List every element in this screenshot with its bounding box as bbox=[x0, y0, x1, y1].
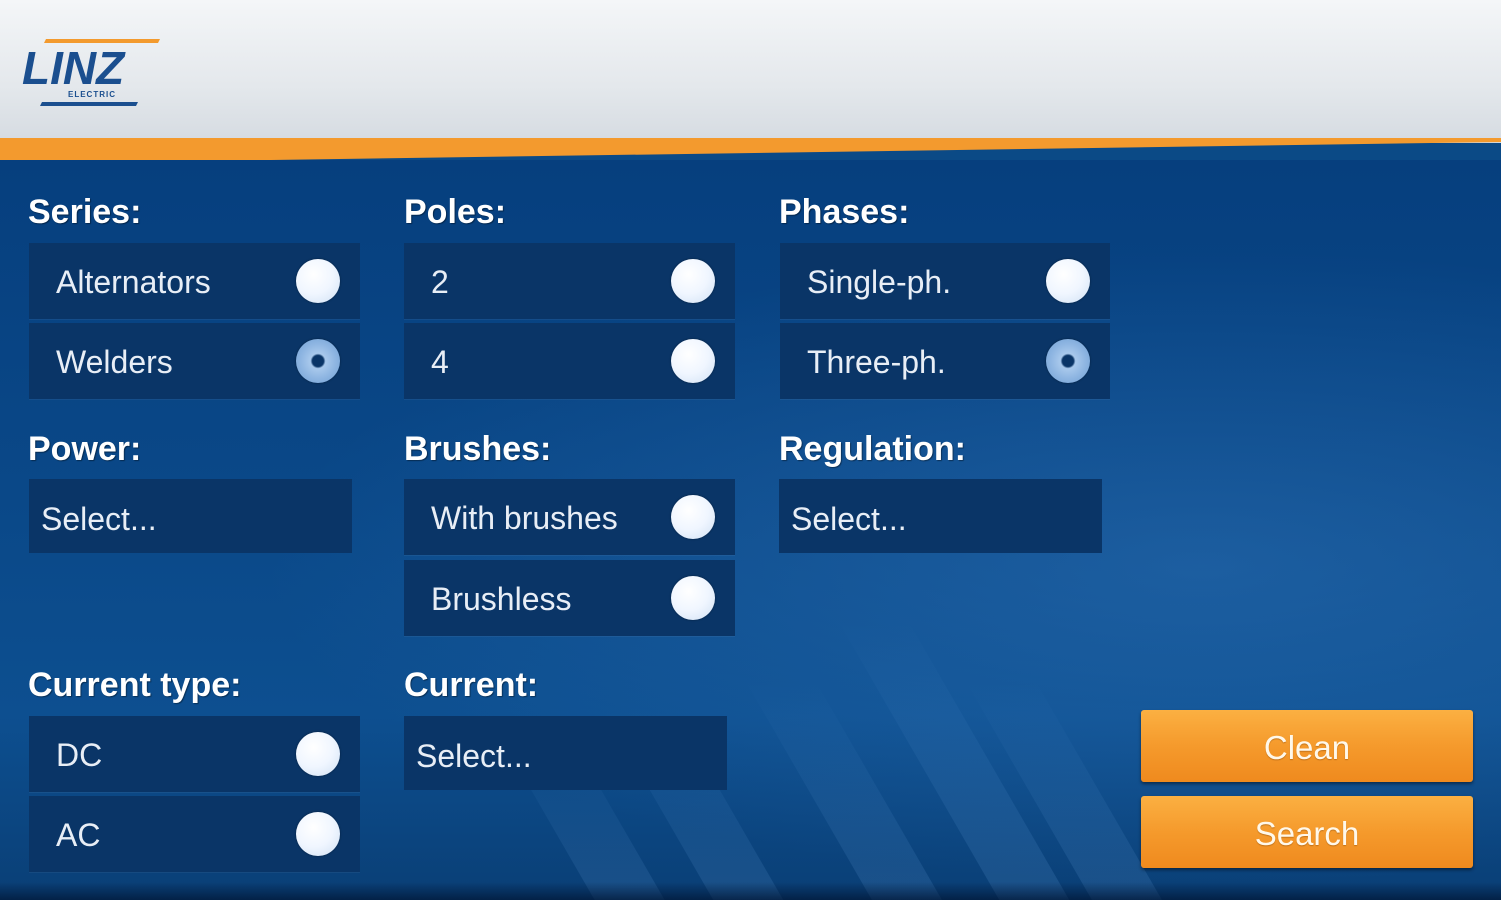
current-select[interactable]: Select... bbox=[404, 716, 727, 790]
power-select[interactable]: Select... bbox=[29, 479, 352, 553]
radio-button-checked[interactable] bbox=[1046, 339, 1090, 383]
current-type-option-dc[interactable]: DC bbox=[29, 716, 360, 792]
current-label: Current: bbox=[404, 666, 539, 704]
radio-button[interactable] bbox=[296, 259, 340, 303]
brushes-label: Brushes: bbox=[404, 430, 552, 468]
linz-electric-logo: LINZ ELECTRIC bbox=[22, 39, 160, 106]
radio-button[interactable] bbox=[296, 812, 340, 856]
bottom-shadow bbox=[0, 882, 1501, 900]
power-label: Power: bbox=[28, 430, 142, 468]
option-label: 4 bbox=[431, 344, 449, 380]
app-header: LINZ ELECTRIC bbox=[0, 0, 1501, 143]
phases-label: Phases: bbox=[779, 193, 910, 231]
radio-button-checked[interactable] bbox=[296, 339, 340, 383]
svg-text:ELECTRIC: ELECTRIC bbox=[68, 90, 116, 99]
radio-button[interactable] bbox=[296, 732, 340, 776]
radio-button[interactable] bbox=[1046, 259, 1090, 303]
brushes-option-with-brushes[interactable]: With brushes bbox=[404, 479, 735, 555]
option-label: DC bbox=[56, 737, 103, 773]
poles-option-2[interactable]: 2 bbox=[404, 243, 735, 319]
current-type-label: Current type: bbox=[28, 666, 242, 704]
option-label: AC bbox=[56, 817, 101, 853]
series-label: Series: bbox=[28, 193, 142, 231]
svg-text:LINZ: LINZ bbox=[22, 42, 126, 94]
radio-button[interactable] bbox=[671, 495, 715, 539]
option-label: Brushless bbox=[431, 581, 572, 617]
select-value: Select... bbox=[416, 738, 532, 774]
brushes-option-brushless[interactable]: Brushless bbox=[404, 560, 735, 636]
clean-button[interactable]: Clean bbox=[1141, 710, 1473, 782]
select-value: Select... bbox=[791, 501, 907, 537]
poles-label: Poles: bbox=[404, 193, 507, 231]
regulation-select[interactable]: Select... bbox=[779, 479, 1102, 553]
option-label: Three-ph. bbox=[807, 344, 946, 380]
search-button[interactable]: Search bbox=[1141, 796, 1473, 868]
option-label: With brushes bbox=[431, 500, 618, 536]
option-label: Alternators bbox=[56, 264, 211, 300]
series-option-welders[interactable]: Welders bbox=[29, 323, 360, 399]
poles-option-4[interactable]: 4 bbox=[404, 323, 735, 399]
series-option-alternators[interactable]: Alternators bbox=[29, 243, 360, 319]
radio-button[interactable] bbox=[671, 259, 715, 303]
regulation-label: Regulation: bbox=[779, 430, 966, 468]
current-type-option-ac[interactable]: AC bbox=[29, 796, 360, 872]
phases-option-three[interactable]: Three-ph. bbox=[780, 323, 1110, 399]
radio-button[interactable] bbox=[671, 576, 715, 620]
select-value: Select... bbox=[41, 501, 157, 537]
option-label: Welders bbox=[56, 344, 173, 380]
phases-option-single[interactable]: Single-ph. bbox=[780, 243, 1110, 319]
option-label: 2 bbox=[431, 264, 449, 300]
option-label: Single-ph. bbox=[807, 264, 952, 300]
radio-button[interactable] bbox=[671, 339, 715, 383]
